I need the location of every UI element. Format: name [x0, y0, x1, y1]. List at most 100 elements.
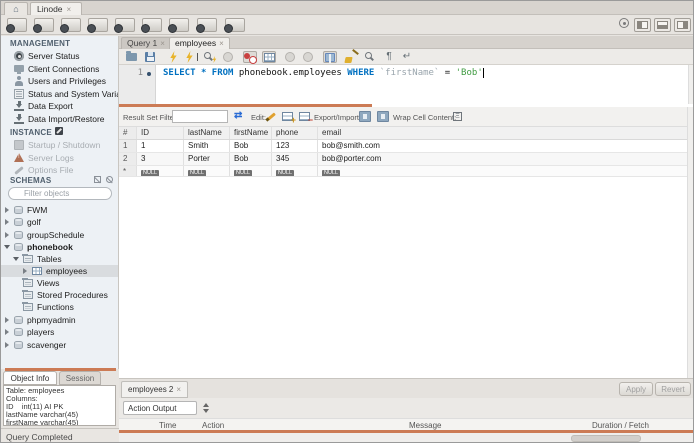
import-records-icon[interactable] [377, 111, 389, 122]
cell-phone[interactable]: 345 [272, 153, 318, 165]
search-table-data-icon[interactable] [196, 18, 217, 33]
add-row-icon[interactable] [282, 112, 296, 125]
toggle-autocommit-icon[interactable] [323, 51, 337, 63]
create-procedure-icon[interactable] [168, 18, 189, 33]
stop-icon[interactable] [222, 51, 236, 63]
sidebar-item-server-logs[interactable]: Server Logs [1, 152, 118, 164]
schema-tree-item-phonebook[interactable]: phonebook [1, 241, 118, 253]
schema-tree-item-players[interactable]: players [1, 326, 118, 338]
new-sql-tab-icon[interactable] [6, 18, 27, 33]
commit-icon[interactable] [284, 51, 298, 63]
cell-lastname[interactable]: Porter [184, 153, 230, 165]
sidebar-item-server-status[interactable]: Server Status [1, 50, 118, 62]
output-selector[interactable]: Action Output [123, 401, 197, 415]
sidebar-item-users-privileges[interactable]: Users and Privileges [1, 75, 118, 87]
chevron-right-icon[interactable] [5, 207, 9, 213]
open-script-icon[interactable] [125, 51, 139, 63]
revert-button[interactable]: Revert [655, 382, 691, 396]
cell-id[interactable]: 3 [137, 153, 184, 165]
column-header-time[interactable]: Time [159, 421, 176, 430]
cell-null[interactable]: NULL [318, 166, 687, 176]
home-tab[interactable]: ⌂ [4, 2, 28, 15]
column-header-rownum[interactable]: # [119, 127, 137, 139]
toggle-right-panel-button[interactable] [674, 18, 691, 32]
result-side-panel-strip[interactable] [687, 107, 693, 378]
cell-null[interactable]: NULL [137, 166, 184, 176]
wrap-text-icon[interactable]: ↵ [400, 51, 414, 63]
schema-tree-item-functions[interactable]: Functions [1, 301, 118, 313]
tab-session[interactable]: Session [59, 371, 101, 385]
chevron-right-icon[interactable] [23, 268, 27, 274]
preferences-icon[interactable] [619, 18, 629, 28]
cell-null[interactable]: NULL [184, 166, 230, 176]
sidebar-item-client-connections[interactable]: Client Connections [1, 63, 118, 75]
result-filter-input[interactable] [172, 110, 228, 123]
explain-icon[interactable] [203, 51, 217, 63]
output-selector-stepper[interactable] [201, 401, 210, 415]
column-header-lastname[interactable]: lastName [184, 127, 230, 139]
column-header-firstname[interactable]: firstName [230, 127, 272, 139]
cell-lastname[interactable]: Smith [184, 140, 230, 152]
close-icon[interactable]: × [176, 385, 181, 394]
connection-tab[interactable]: Linode × [30, 2, 82, 15]
column-header-phone[interactable]: phone [272, 127, 318, 139]
apply-button[interactable]: Apply [619, 382, 653, 396]
expand-schemas-icon[interactable] [94, 176, 101, 183]
reconnect-database-icon[interactable] [224, 18, 245, 33]
inspect-database-icon[interactable] [60, 18, 81, 33]
invisible-characters-icon[interactable]: ¶ [382, 51, 396, 63]
schema-tree-item-golf[interactable]: golf [1, 216, 118, 228]
execute-current-statement-icon[interactable] [185, 51, 199, 63]
rollback-icon[interactable] [302, 51, 316, 63]
cell-firstname[interactable]: Bob [230, 140, 272, 152]
save-script-icon[interactable] [144, 51, 158, 63]
refresh-schemas-icon[interactable] [106, 176, 113, 183]
sidebar-item-status-system-variables[interactable]: Status and System Variables [1, 88, 118, 100]
column-header-message[interactable]: Message [409, 421, 441, 430]
open-sql-script-icon[interactable] [33, 18, 54, 33]
sql-statement[interactable]: SELECT * FROM phonebook.employees WHERE … [163, 68, 484, 78]
tab-query-1[interactable]: Query 1 × [121, 37, 171, 49]
table-row[interactable]: 2 3 Porter Bob 345 bob@porter.com [119, 153, 687, 166]
chevron-down-icon[interactable] [13, 257, 19, 261]
delete-row-icon[interactable] [299, 112, 313, 125]
create-table-icon[interactable] [114, 18, 135, 33]
chevron-right-icon[interactable] [5, 329, 9, 335]
schema-tree-item-phpmyadmin[interactable]: phpmyadmin [1, 314, 118, 326]
schema-tree-item-groupschedule[interactable]: groupSchedule [1, 229, 118, 241]
close-icon[interactable]: × [160, 39, 165, 48]
column-header-email[interactable]: email [318, 127, 687, 139]
table-row-new[interactable]: * NULL NULL NULL NULL NULL [119, 166, 687, 177]
cell-null[interactable]: NULL [272, 166, 318, 176]
table-row[interactable]: 1 1 Smith Bob 123 bob@smith.com [119, 140, 687, 153]
output-horizontal-scrollbar[interactable] [119, 433, 693, 442]
edit-record-icon[interactable] [266, 111, 278, 122]
column-header-id[interactable]: ID [137, 127, 184, 139]
sidebar-item-startup-shutdown[interactable]: Startup / Shutdown [1, 139, 118, 151]
chevron-right-icon[interactable] [5, 219, 9, 225]
column-header-duration[interactable]: Duration / Fetch [592, 421, 649, 430]
cell-email[interactable]: bob@smith.com [318, 140, 687, 152]
tab-employees[interactable]: employees × [169, 37, 230, 49]
toggle-left-panel-button[interactable] [634, 18, 651, 32]
cell-id[interactable]: 1 [137, 140, 184, 152]
sidebar-item-data-import-restore[interactable]: Data Import/Restore [1, 113, 118, 125]
chevron-right-icon[interactable] [5, 232, 9, 238]
export-recordset-icon[interactable] [359, 111, 371, 122]
wrap-cell-content-icon[interactable]: Ξ [453, 112, 462, 121]
toggle-bottom-panel-button[interactable] [654, 18, 671, 32]
sql-code-editor[interactable]: 1 SELECT * FROM phonebook.employees WHER… [119, 65, 693, 104]
tab-employees-2[interactable]: employees 2 × [121, 381, 189, 398]
close-icon[interactable]: × [67, 5, 72, 14]
column-header-action[interactable]: Action [202, 421, 224, 430]
cell-null[interactable]: NULL [230, 166, 272, 176]
create-schema-icon[interactable] [87, 18, 108, 33]
cell-phone[interactable]: 123 [272, 140, 318, 152]
schema-tree-item-scavenger[interactable]: scavenger [1, 339, 118, 351]
schema-tree-item-views[interactable]: Views [1, 277, 118, 289]
schema-filter-input[interactable] [8, 187, 112, 200]
tab-object-info[interactable]: Object Info [3, 371, 57, 385]
chevron-down-icon[interactable] [4, 245, 10, 249]
toggle-stop-on-error-icon[interactable] [243, 51, 257, 63]
close-icon[interactable]: × [219, 39, 224, 48]
